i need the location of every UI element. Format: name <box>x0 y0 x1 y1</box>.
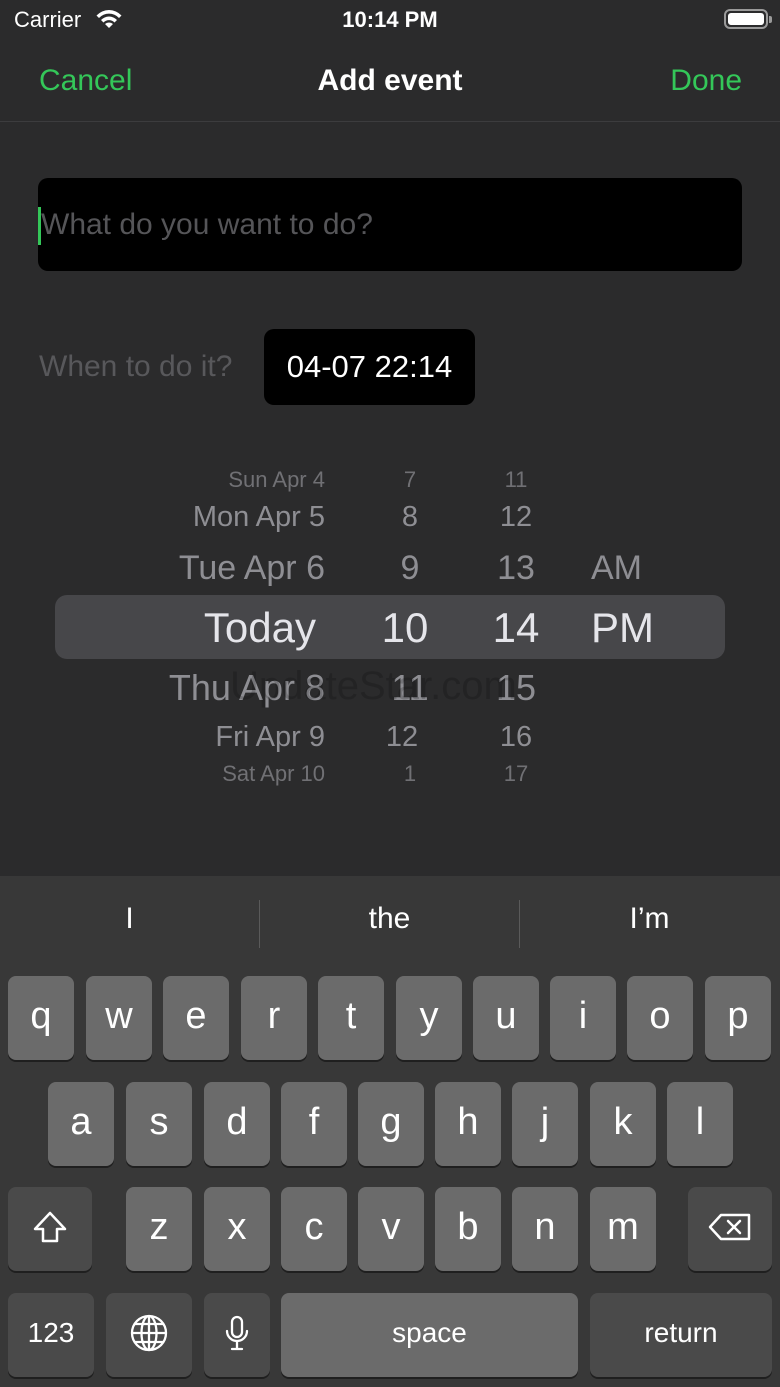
suggestion-item[interactable]: I’m <box>520 902 779 936</box>
suggestion-bar: I the I’m <box>0 876 780 972</box>
picker-hour-selected[interactable]: 10 <box>365 604 445 652</box>
key-g[interactable]: g <box>358 1082 424 1166</box>
key-n[interactable]: n <box>512 1187 578 1271</box>
picker-date-item[interactable]: Mon Apr 5 <box>193 501 325 534</box>
key-s[interactable]: s <box>126 1082 192 1166</box>
key-u[interactable]: u <box>473 976 539 1060</box>
delete-key[interactable] <box>688 1187 772 1271</box>
picker-pm-selected[interactable]: PM <box>591 604 654 652</box>
key-x[interactable]: x <box>204 1187 270 1271</box>
page-title: Add event <box>317 64 463 97</box>
key-e[interactable]: e <box>163 976 229 1060</box>
date-time-picker[interactable]: Sun Apr 4 Mon Apr 5 Tue Apr 6 Today Thu … <box>0 459 780 799</box>
picker-minute-item[interactable]: 17 <box>476 761 556 787</box>
picker-hour-item[interactable]: 9 <box>370 549 450 588</box>
picker-date-item[interactable]: Sun Apr 4 <box>228 467 325 493</box>
space-key[interactable]: space <box>281 1293 578 1377</box>
navigation-bar: Cancel Add event Done <box>0 44 780 122</box>
picker-hour-item[interactable]: 12 <box>362 721 442 754</box>
status-time: 10:14 PM <box>342 7 438 32</box>
event-form: When to do it? 04-07 22:14 Sun Apr 4 Mon… <box>0 123 780 876</box>
picker-minute-item[interactable]: 12 <box>476 501 556 534</box>
key-y[interactable]: y <box>396 976 462 1060</box>
picker-minute-selected[interactable]: 14 <box>476 604 556 652</box>
globe-key[interactable] <box>106 1293 192 1377</box>
key-l[interactable]: l <box>667 1082 733 1166</box>
key-r[interactable]: r <box>241 976 307 1060</box>
picker-date-item[interactable]: Tue Apr 6 <box>179 549 325 588</box>
key-v[interactable]: v <box>358 1187 424 1271</box>
picker-minute-item[interactable]: 11 <box>476 467 556 493</box>
key-z[interactable]: z <box>126 1187 192 1271</box>
shift-icon <box>8 1187 92 1267</box>
picker-hour-item[interactable]: 8 <box>370 501 450 534</box>
picker-minute-item[interactable]: 16 <box>476 721 556 754</box>
watermark: UpdateStar.com <box>230 664 517 708</box>
picker-hour-item[interactable]: 1 <box>370 761 450 787</box>
keyboard: I the I’m q w e r t y u i o p a s d f g … <box>0 876 780 1387</box>
key-q[interactable]: q <box>8 976 74 1060</box>
key-h[interactable]: h <box>435 1082 501 1166</box>
status-bar: Carrier 10:14 PM <box>0 0 780 44</box>
key-f[interactable]: f <box>281 1082 347 1166</box>
key-b[interactable]: b <box>435 1187 501 1271</box>
battery-icon <box>724 9 772 29</box>
picker-date-selected[interactable]: Today <box>204 604 316 652</box>
return-key[interactable]: return <box>590 1293 772 1377</box>
done-button[interactable]: Done <box>670 64 742 98</box>
globe-icon <box>106 1293 192 1373</box>
key-p[interactable]: p <box>705 976 771 1060</box>
shift-key[interactable] <box>8 1187 92 1271</box>
numbers-key[interactable]: 123 <box>8 1293 94 1377</box>
picker-am-item[interactable]: AM <box>591 549 642 588</box>
key-o[interactable]: o <box>627 976 693 1060</box>
key-a[interactable]: a <box>48 1082 114 1166</box>
picker-hour-item[interactable]: 7 <box>370 467 450 493</box>
key-m[interactable]: m <box>590 1187 656 1271</box>
task-input[interactable] <box>38 178 742 271</box>
key-w[interactable]: w <box>86 976 152 1060</box>
dictation-key[interactable] <box>204 1293 270 1377</box>
when-label: When to do it? <box>39 350 233 383</box>
key-k[interactable]: k <box>590 1082 656 1166</box>
date-time-button[interactable]: 04-07 22:14 <box>264 329 475 405</box>
mic-icon <box>204 1293 270 1373</box>
key-d[interactable]: d <box>204 1082 270 1166</box>
key-j[interactable]: j <box>512 1082 578 1166</box>
delete-icon <box>688 1187 772 1267</box>
picker-date-item[interactable]: Fri Apr 9 <box>215 721 325 754</box>
key-c[interactable]: c <box>281 1187 347 1271</box>
picker-date-item[interactable]: Sat Apr 10 <box>222 761 325 787</box>
key-t[interactable]: t <box>318 976 384 1060</box>
suggestion-item[interactable]: I <box>0 902 259 936</box>
text-cursor <box>38 207 41 245</box>
picker-minute-item[interactable]: 13 <box>476 549 556 588</box>
key-i[interactable]: i <box>550 976 616 1060</box>
suggestion-item[interactable]: the <box>260 902 519 936</box>
